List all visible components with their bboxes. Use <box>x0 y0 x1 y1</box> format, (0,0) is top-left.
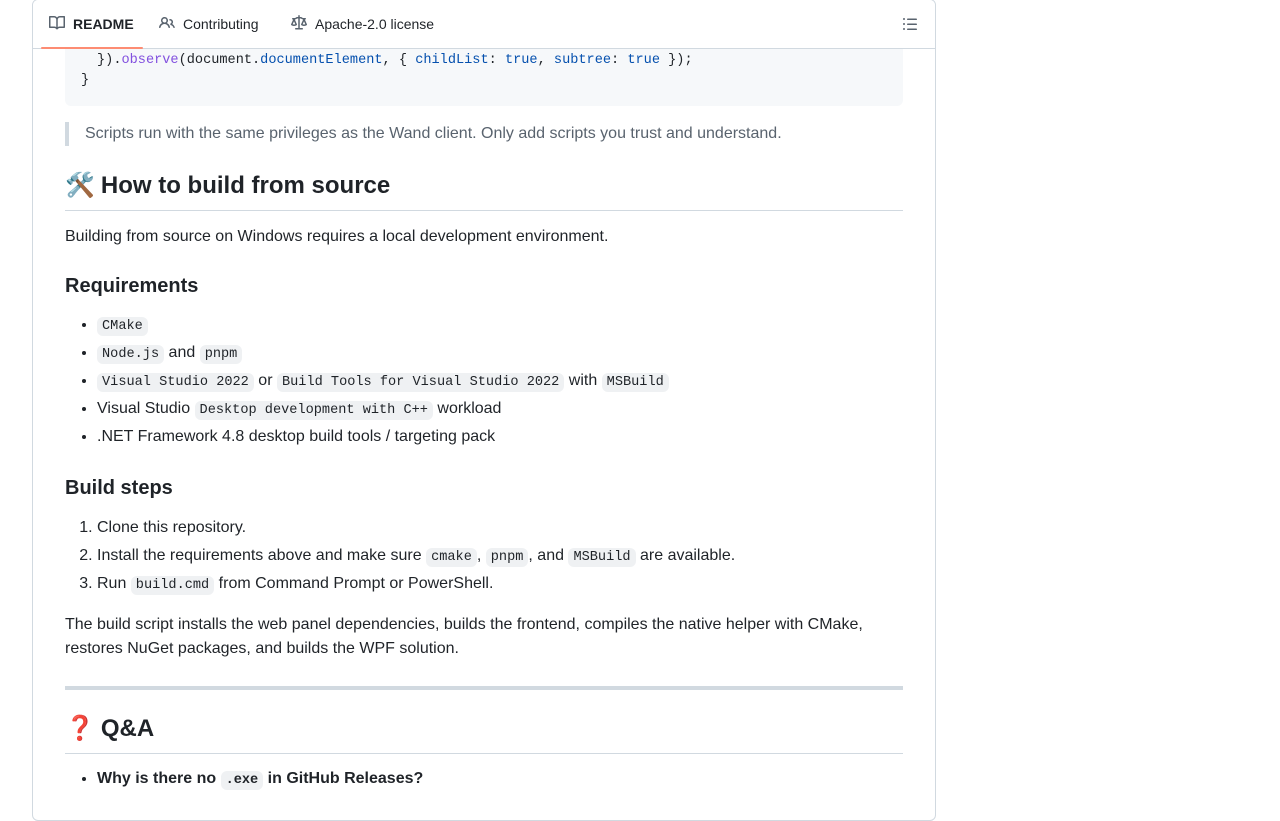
code-line: } <box>81 73 90 88</box>
active-tab-indicator <box>41 47 143 49</box>
qa-list: Why is there no .exe in GitHub Releases? <box>65 767 423 795</box>
list-item: Clone this repository. <box>97 516 735 544</box>
people-icon <box>159 15 183 34</box>
section-heading-qa: ❓ Q&A <box>65 712 903 754</box>
book-icon <box>49 15 73 34</box>
list-item: Install the requirements above and make … <box>97 544 735 572</box>
section-heading-build: 🛠️ How to build from source <box>65 169 903 211</box>
list-item: CMake <box>97 313 669 341</box>
requirements-heading: Requirements <box>65 275 199 297</box>
list-item: Why is there no .exe in GitHub Releases? <box>97 767 423 795</box>
horizontal-rule <box>65 686 903 690</box>
outline-list-icon <box>902 18 918 36</box>
warning-blockquote: Scripts run with the same privileges as … <box>65 122 782 146</box>
list-item: Run build.cmd from Command Prompt or Pow… <box>97 572 735 600</box>
law-icon <box>291 14 315 34</box>
requirements-list: CMake Node.js and pnpm Visual Studio 202… <box>65 313 669 453</box>
build-steps-heading: Build steps <box>65 477 173 499</box>
question-icon: ❓ <box>65 714 95 742</box>
tools-icon: 🛠️ <box>65 171 95 199</box>
tab-readme-label: README <box>73 16 134 32</box>
build-outro: The build script installs the web panel … <box>65 616 863 657</box>
tab-readme[interactable]: README <box>41 0 143 49</box>
tab-contributing[interactable]: Contributing <box>159 0 259 48</box>
outline-button[interactable] <box>902 16 918 32</box>
readme-tab-bar: README Contributing Apache-2.0 license <box>33 0 935 49</box>
list-item: .NET Framework 4.8 desktop build tools /… <box>97 425 669 453</box>
tab-license-label: Apache-2.0 license <box>315 16 435 32</box>
build-intro: Building from source on Windows requires… <box>65 228 609 245</box>
code-line: }).observe(document.documentElement, { c… <box>97 53 693 68</box>
build-steps-list: Clone this repository. Install the requi… <box>65 516 735 600</box>
list-item: Visual Studio 2022 or Build Tools for Vi… <box>97 369 669 397</box>
tab-license[interactable]: Apache-2.0 license <box>291 0 434 48</box>
list-item: Visual Studio Desktop development with C… <box>97 397 669 425</box>
list-item: Node.js and pnpm <box>97 341 669 369</box>
readme-card: README Contributing Apache-2.0 license }… <box>32 0 936 821</box>
tab-contributing-label: Contributing <box>183 16 259 32</box>
